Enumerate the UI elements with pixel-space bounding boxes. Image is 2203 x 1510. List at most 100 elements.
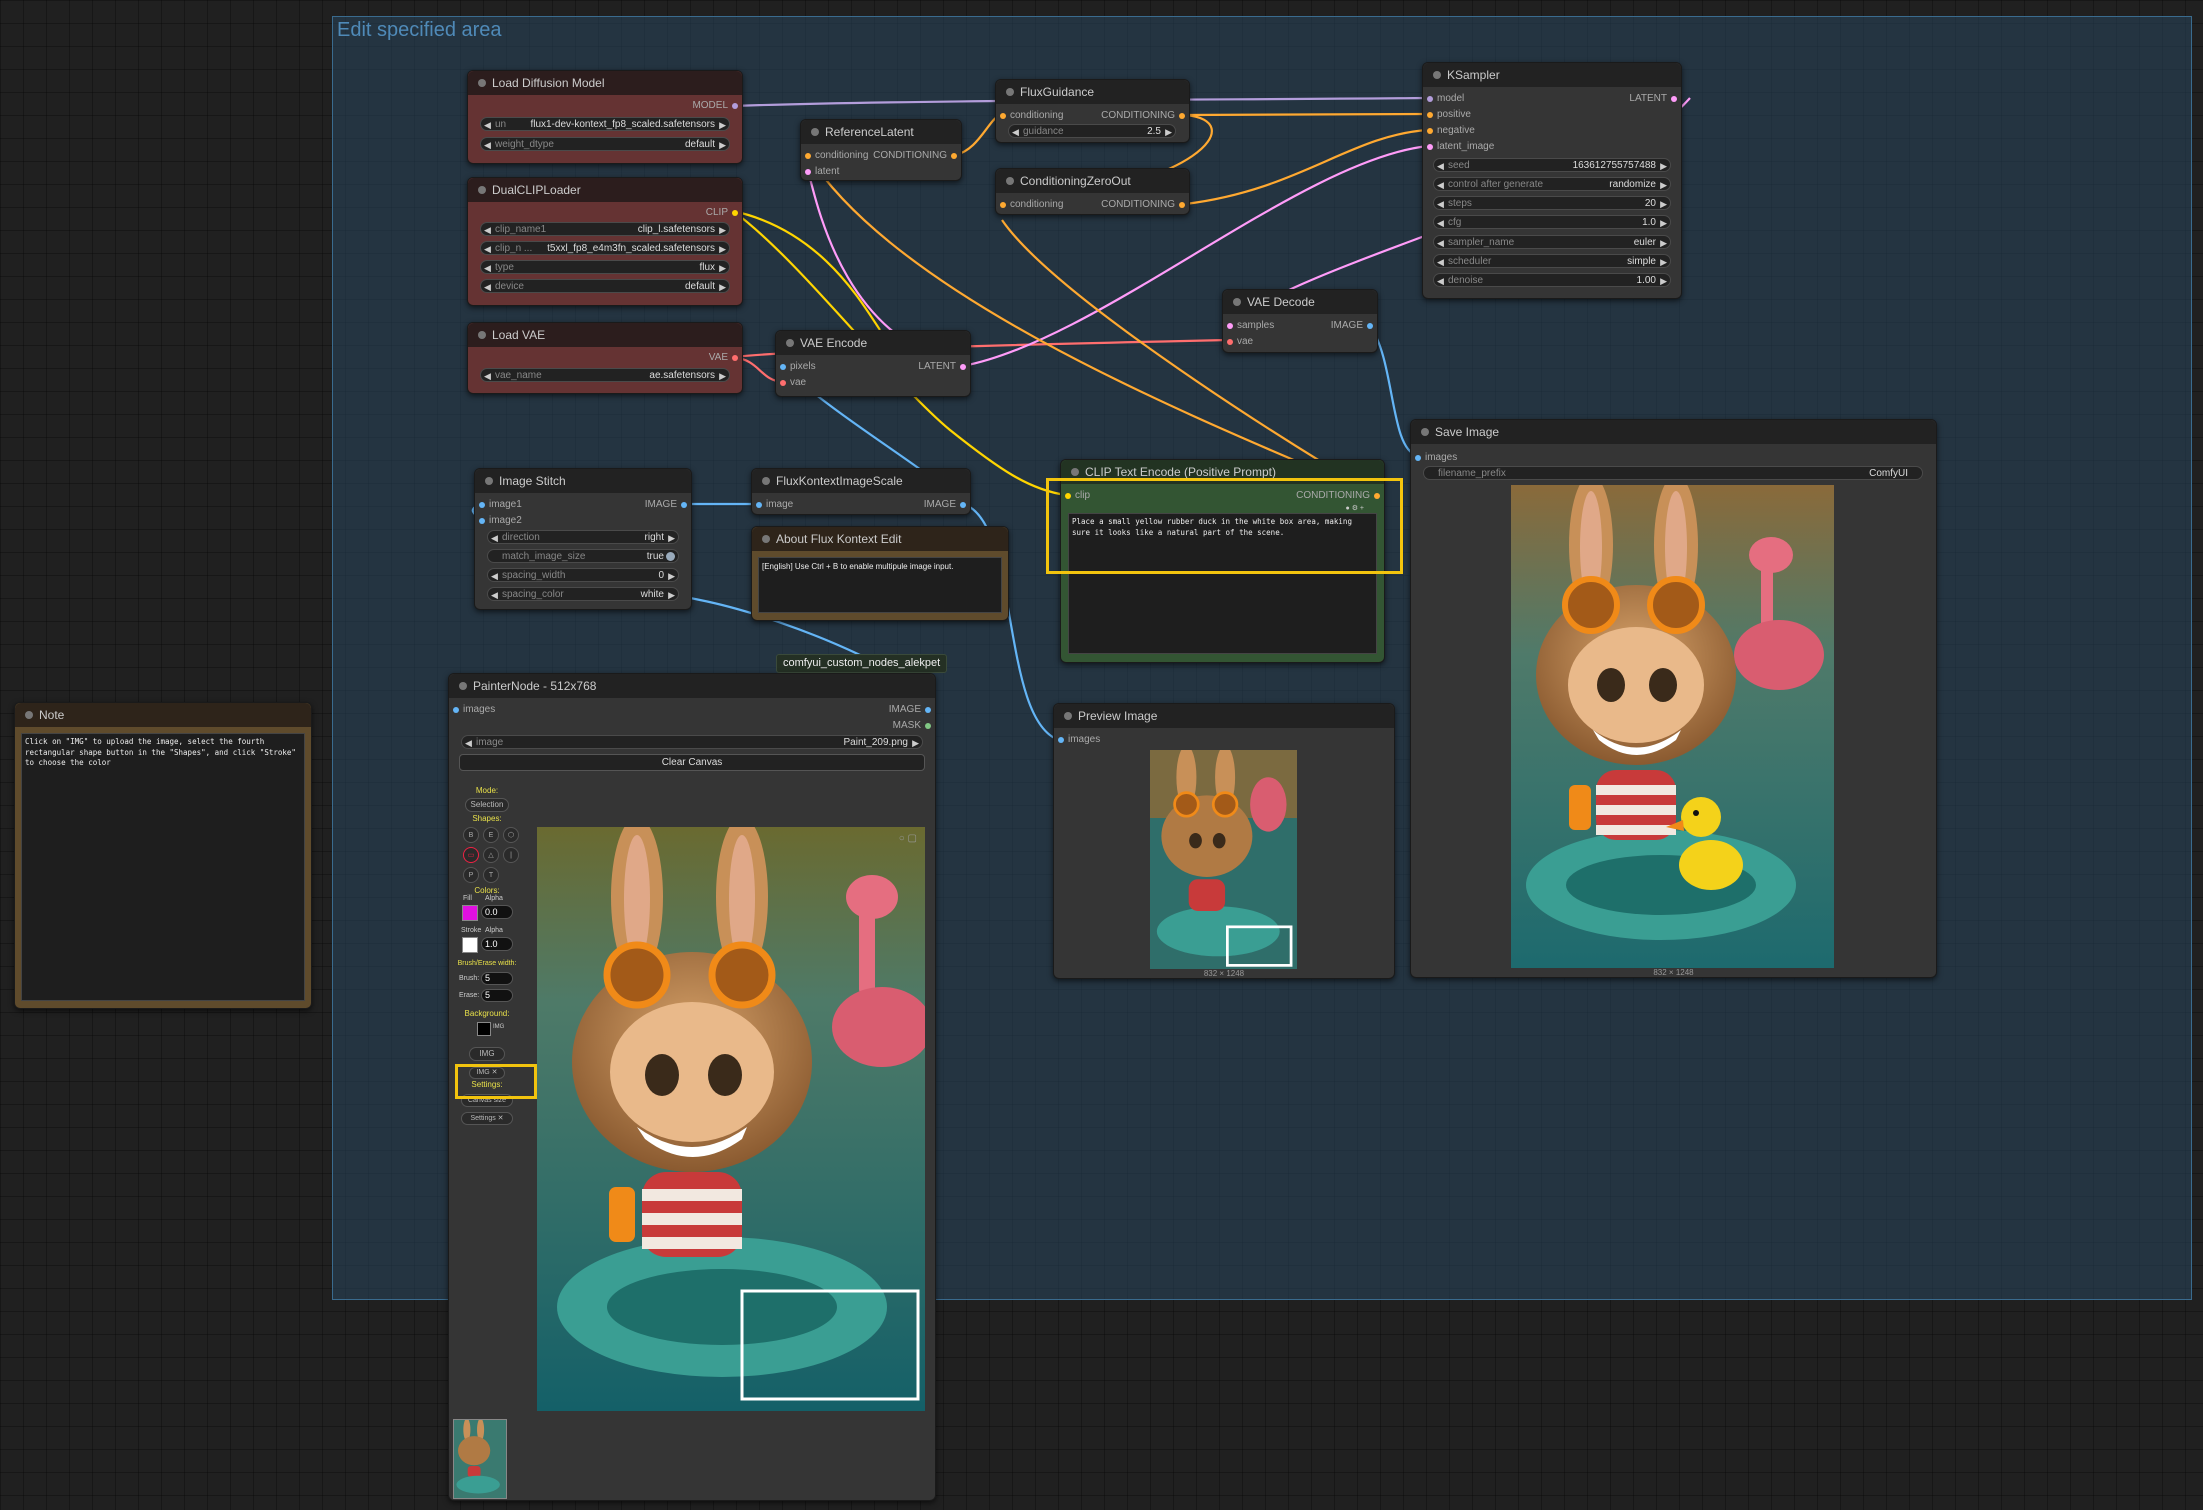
toggle-icon[interactable] — [666, 552, 675, 561]
widget-device[interactable]: ◀ device default ▶ — [480, 279, 730, 293]
output-latent[interactable]: LATENT — [1629, 93, 1677, 104]
painter-canvas[interactable]: ○ ▢ — [537, 827, 925, 1411]
node-load-diffusion-model[interactable]: Load Diffusion Model MODEL ◀ un flux1-dev-… — [467, 70, 743, 164]
node-title[interactable]: Preview Image — [1054, 704, 1394, 728]
node-reference-latent[interactable]: ReferenceLatent conditioning latent COND… — [800, 119, 962, 181]
widget-steps[interactable]: ◀ steps 20 ▶ — [1433, 196, 1671, 210]
widget-vae-name[interactable]: ◀ vae_name ae.safetensors ▶ — [480, 368, 730, 382]
triangle-shape-button[interactable]: △ — [483, 847, 499, 863]
output-clip[interactable]: CLIP — [706, 207, 738, 218]
eraser-shape-button[interactable]: E — [483, 827, 499, 843]
node-painter[interactable]: PainterNode - 512x768 images IMAGE MASK … — [448, 673, 936, 1501]
brush-width-input[interactable]: 5 — [481, 972, 513, 985]
output-image-preview[interactable] — [1511, 485, 1834, 968]
painter-thumbnail[interactable] — [453, 1419, 507, 1499]
node-title[interactable]: DualCLIPLoader — [468, 178, 742, 202]
input-conditioning[interactable]: conditioning — [1000, 110, 1063, 121]
widget-control-after-generate[interactable]: ◀ control after generate randomize ▶ — [1433, 177, 1671, 191]
circle-shape-button[interactable]: ⬡ — [503, 827, 519, 843]
node-title[interactable]: PainterNode - 512x768 — [449, 674, 935, 698]
input-images[interactable]: images — [453, 704, 495, 715]
input-conditioning[interactable]: conditioning — [1000, 199, 1063, 210]
node-ksampler[interactable]: KSampler LATENT model positive negative … — [1422, 62, 1682, 299]
text-shape-button[interactable]: T — [483, 867, 499, 883]
line-shape-button[interactable]: | — [503, 847, 519, 863]
input-image[interactable]: image — [756, 499, 793, 510]
node-dualcliploader[interactable]: DualCLIPLoader CLIP ◀ clip_name1 clip_l.sa… — [467, 177, 743, 306]
input-positive[interactable]: positive — [1427, 109, 1471, 120]
widget-guidance[interactable]: ◀ guidance 2.5 ▶ — [1008, 124, 1176, 138]
stroke-color-swatch[interactable] — [462, 937, 478, 953]
node-title[interactable]: VAE Encode — [776, 331, 970, 355]
widget-type[interactable]: ◀ type flux ▶ — [480, 260, 730, 274]
node-vae-decode[interactable]: VAE Decode samples vae IMAGE — [1222, 289, 1378, 353]
fill-color-swatch[interactable] — [462, 905, 478, 921]
node-title[interactable]: ConditioningZeroOut — [996, 169, 1189, 193]
node-title[interactable]: ReferenceLatent — [801, 120, 961, 144]
settings-button[interactable]: Settings ✕ — [461, 1112, 513, 1125]
output-conditioning[interactable]: CONDITIONING — [1101, 110, 1185, 121]
input-latent-image[interactable]: latent_image — [1427, 141, 1494, 152]
output-mask[interactable]: MASK — [893, 720, 931, 731]
background-color-swatch[interactable] — [477, 1022, 491, 1036]
output-model[interactable]: MODEL — [692, 100, 738, 111]
rectangle-shape-button[interactable]: ▭ — [463, 847, 479, 863]
node-title[interactable]: KSampler — [1423, 63, 1681, 87]
mode-selection-button[interactable]: Selection — [465, 798, 509, 812]
input-image2[interactable]: image2 — [479, 515, 522, 526]
widget-cfg[interactable]: ◀ cfg 1.0 ▶ — [1433, 215, 1671, 229]
node-save-image[interactable]: Save Image images filename_prefix ComfyUI… — [1410, 419, 1937, 978]
output-latent[interactable]: LATENT — [918, 361, 966, 372]
img-upload-button[interactable]: IMG — [469, 1047, 505, 1061]
node-load-vae[interactable]: Load VAE VAE ◀ vae_name ae.safetensors ▶ — [467, 322, 743, 394]
node-title[interactable]: Image Stitch — [475, 469, 691, 493]
node-title[interactable]: Save Image — [1411, 420, 1936, 444]
output-conditioning[interactable]: CONDITIONING — [873, 150, 957, 161]
input-images[interactable]: images — [1415, 452, 1457, 463]
canvas-control-icons[interactable]: ○ ▢ — [899, 833, 917, 844]
input-negative[interactable]: negative — [1427, 125, 1475, 136]
input-vae[interactable]: vae — [1227, 336, 1253, 347]
brush-shape-button[interactable]: B — [463, 827, 479, 843]
fill-alpha-input[interactable]: 0.0 — [481, 905, 513, 919]
about-text[interactable]: [English] Use Ctrl + B to enable multipu… — [758, 557, 1002, 613]
node-note[interactable]: Note Click on "IMG" to upload the image,… — [14, 702, 312, 1009]
node-flux-kontext-image-scale[interactable]: FluxKontextImageScale image IMAGE — [751, 468, 971, 515]
widget-clip-name1[interactable]: ◀ clip_name1 clip_l.safetensors ▶ — [480, 222, 730, 236]
output-image[interactable]: IMAGE — [645, 499, 687, 510]
widget-image-select[interactable]: ◀ image Paint_209.png ▶ — [461, 735, 923, 749]
input-vae[interactable]: vae — [780, 377, 806, 388]
widget-weight-dtype[interactable]: ◀ weight_dtype default ▶ — [480, 137, 730, 151]
node-title[interactable]: VAE Decode — [1223, 290, 1377, 314]
node-title[interactable]: FluxGuidance — [996, 80, 1189, 104]
widget-denoise[interactable]: ◀ denoise 1.00 ▶ — [1433, 273, 1671, 287]
input-samples[interactable]: samples — [1227, 320, 1274, 331]
output-image[interactable]: IMAGE — [924, 499, 966, 510]
node-conditioning-zero-out[interactable]: ConditioningZeroOut conditioning CONDITI… — [995, 168, 1190, 215]
node-title[interactable]: Load VAE — [468, 323, 742, 347]
node-title[interactable]: Note — [15, 703, 311, 727]
widget-spacing-width[interactable]: ◀ spacing_width 0 ▶ — [487, 568, 679, 582]
erase-width-input[interactable]: 5 — [481, 989, 513, 1002]
output-vae[interactable]: VAE — [709, 352, 738, 363]
node-title[interactable]: FluxKontextImageScale — [752, 469, 970, 493]
widget-clip-name2[interactable]: ◀ clip_n ... t5xxl_fp8_e4m3fn_scaled.safet… — [480, 241, 730, 255]
node-vae-encode[interactable]: VAE Encode pixels vae LATENT — [775, 330, 971, 397]
node-title[interactable]: Load Diffusion Model — [468, 71, 742, 95]
input-conditioning[interactable]: conditioning — [805, 150, 868, 161]
widget-spacing-color[interactable]: ◀ spacing_color white ▶ — [487, 587, 679, 601]
input-images[interactable]: images — [1058, 734, 1100, 745]
widget-direction[interactable]: ◀ direction right ▶ — [487, 530, 679, 544]
output-image[interactable]: IMAGE — [889, 704, 931, 715]
node-title[interactable]: About Flux Kontext Edit — [752, 527, 1008, 551]
preview-image-thumbnail[interactable] — [1150, 750, 1297, 969]
widget-scheduler[interactable]: ◀ scheduler simple ▶ — [1433, 254, 1671, 268]
node-flux-guidance[interactable]: FluxGuidance conditioning CONDITIONING ◀… — [995, 79, 1190, 143]
output-conditioning[interactable]: CONDITIONING — [1101, 199, 1185, 210]
input-pixels[interactable]: pixels — [780, 361, 816, 372]
path-shape-button[interactable]: P — [463, 867, 479, 883]
output-image[interactable]: IMAGE — [1331, 320, 1373, 331]
input-image1[interactable]: image1 — [479, 499, 522, 510]
note-textarea[interactable]: Click on "IMG" to upload the image, sele… — [21, 733, 305, 1001]
clear-canvas-button[interactable]: Clear Canvas — [459, 754, 925, 771]
